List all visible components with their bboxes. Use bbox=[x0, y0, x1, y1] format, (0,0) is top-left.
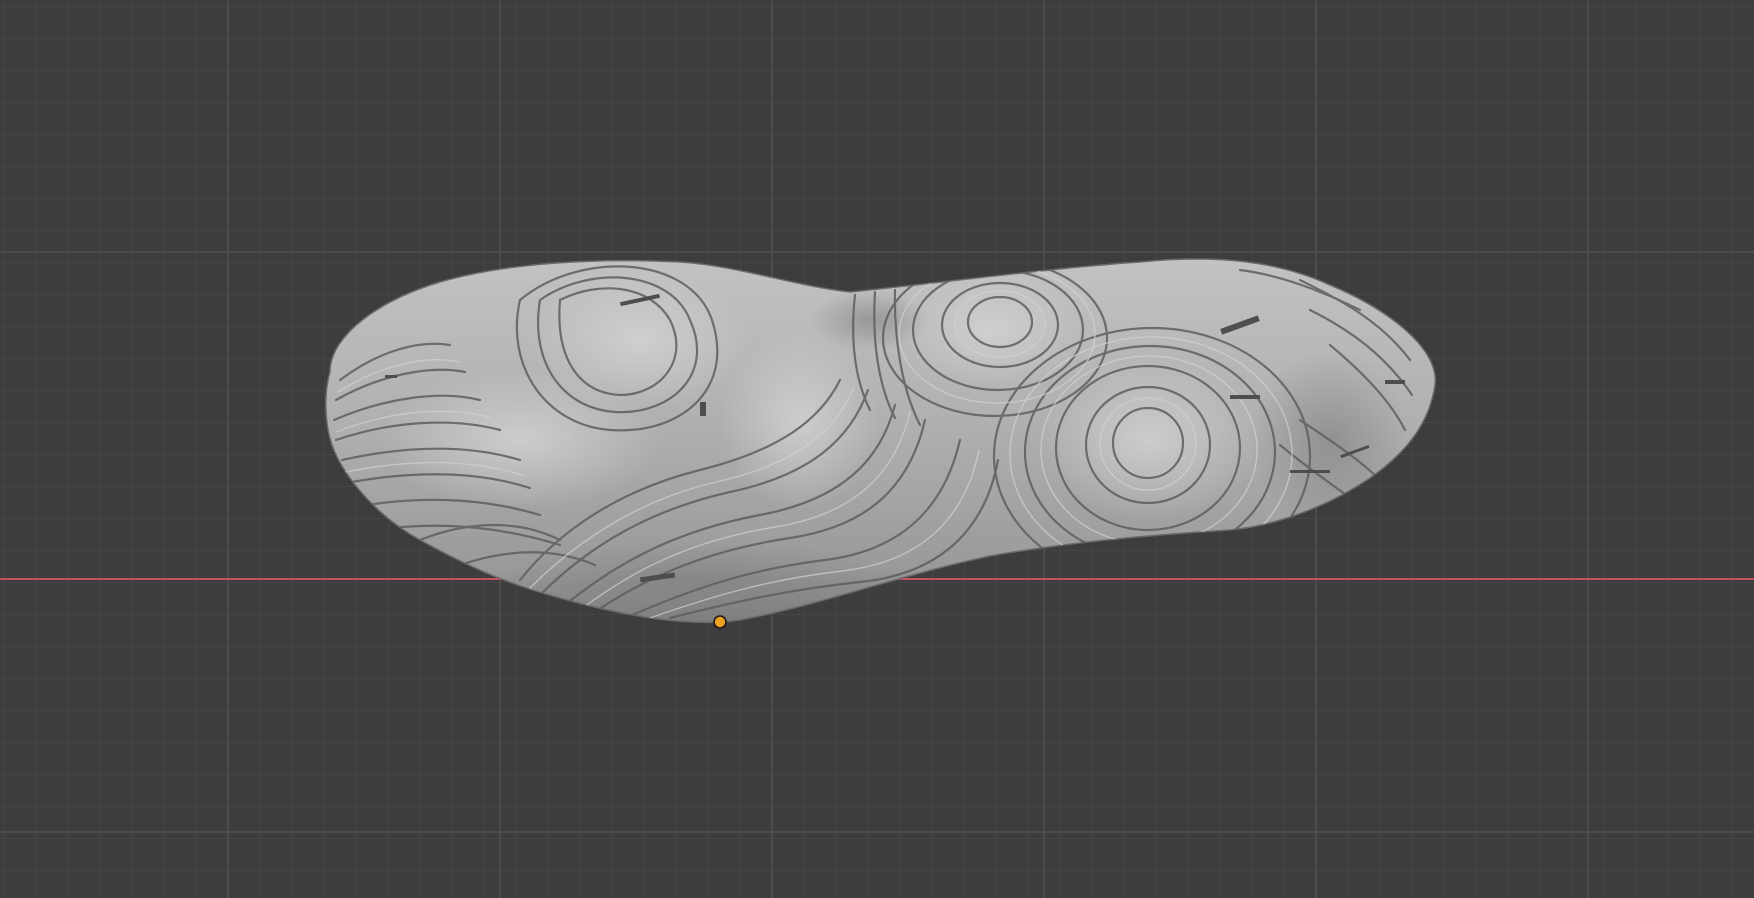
object-origin-marker[interactable] bbox=[713, 615, 727, 629]
viewport-canvas[interactable] bbox=[0, 0, 1754, 898]
3d-viewport[interactable] bbox=[0, 0, 1754, 898]
